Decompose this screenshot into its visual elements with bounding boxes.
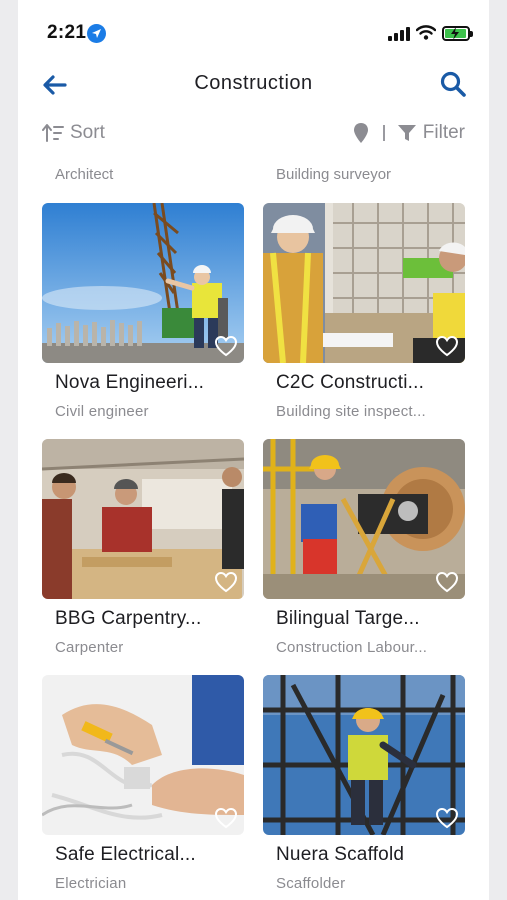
page-title: Construction <box>194 72 313 94</box>
filter-label: Filter <box>422 122 465 143</box>
listing-role: Carpenter <box>55 639 124 656</box>
listing-role: Architect <box>55 166 114 183</box>
listing-name: BBG Carpentry... <box>55 608 202 629</box>
filter-bar: Filter <box>351 121 465 145</box>
listing-name: Safe Electrical... <box>55 844 196 865</box>
heart-icon[interactable] <box>214 807 238 829</box>
map-pin-icon <box>353 123 368 143</box>
listing-name: Nova Engineeri... <box>55 372 205 393</box>
sort-icon <box>42 124 64 142</box>
listing-name: Bilingual Targe... <box>276 608 420 629</box>
filter-button[interactable]: Filter <box>397 122 465 144</box>
heart-icon[interactable] <box>435 807 459 829</box>
listing-grid: Architect Building surveyor Nova Enginee… <box>42 160 466 900</box>
filter-icon <box>397 125 416 141</box>
wifi-icon <box>416 25 436 40</box>
previous-row: Architect Building surveyor <box>42 166 466 190</box>
status-bar: 2:21 <box>0 0 507 60</box>
listing-role: Electrician <box>55 875 127 892</box>
listing-card[interactable]: C2C Constructi... Building site inspect.… <box>263 203 465 433</box>
listing-card[interactable]: Nova Engineeri... Civil engineer <box>42 203 244 433</box>
status-time: 2:21 <box>47 22 87 43</box>
listing-role: Scaffolder <box>276 875 346 892</box>
app-screen: 2:21 Construction Sort Filter Architect … <box>0 0 507 900</box>
listing-photo <box>42 439 244 599</box>
map-pin-button[interactable] <box>351 121 371 145</box>
listing-photo <box>42 203 244 363</box>
battery-icon <box>442 26 473 41</box>
app-header: Construction <box>18 60 489 110</box>
listing-photo <box>263 675 465 835</box>
listing-role: Civil engineer <box>55 403 149 420</box>
listing-name: Nuera Scaffold <box>276 844 405 865</box>
toolbar-divider <box>382 125 385 141</box>
search-button[interactable] <box>438 69 468 99</box>
listing-role: Building surveyor <box>276 166 392 183</box>
sort-button[interactable]: Sort <box>42 121 105 145</box>
signal-icon <box>388 27 410 41</box>
heart-icon[interactable] <box>214 571 238 593</box>
heart-icon[interactable] <box>435 335 459 357</box>
listing-photo <box>263 439 465 599</box>
search-icon <box>440 71 466 97</box>
listing-name: C2C Constructi... <box>276 372 425 393</box>
heart-icon[interactable] <box>214 335 238 357</box>
listing-role: Building site inspect... <box>276 403 426 420</box>
listing-card[interactable]: Nuera Scaffold Scaffolder <box>263 675 465 900</box>
location-arrow-icon <box>87 24 106 43</box>
heart-icon[interactable] <box>435 571 459 593</box>
listing-role: Construction Labour... <box>276 639 428 656</box>
listing-photo <box>42 675 244 835</box>
sort-label: Sort <box>70 122 105 143</box>
listing-card[interactable]: BBG Carpentry... Carpenter <box>42 439 244 669</box>
listing-card[interactable]: Bilingual Targe... Construction Labour..… <box>263 439 465 669</box>
listing-photo <box>263 203 465 363</box>
listing-card[interactable]: Safe Electrical... Electrician <box>42 675 244 900</box>
